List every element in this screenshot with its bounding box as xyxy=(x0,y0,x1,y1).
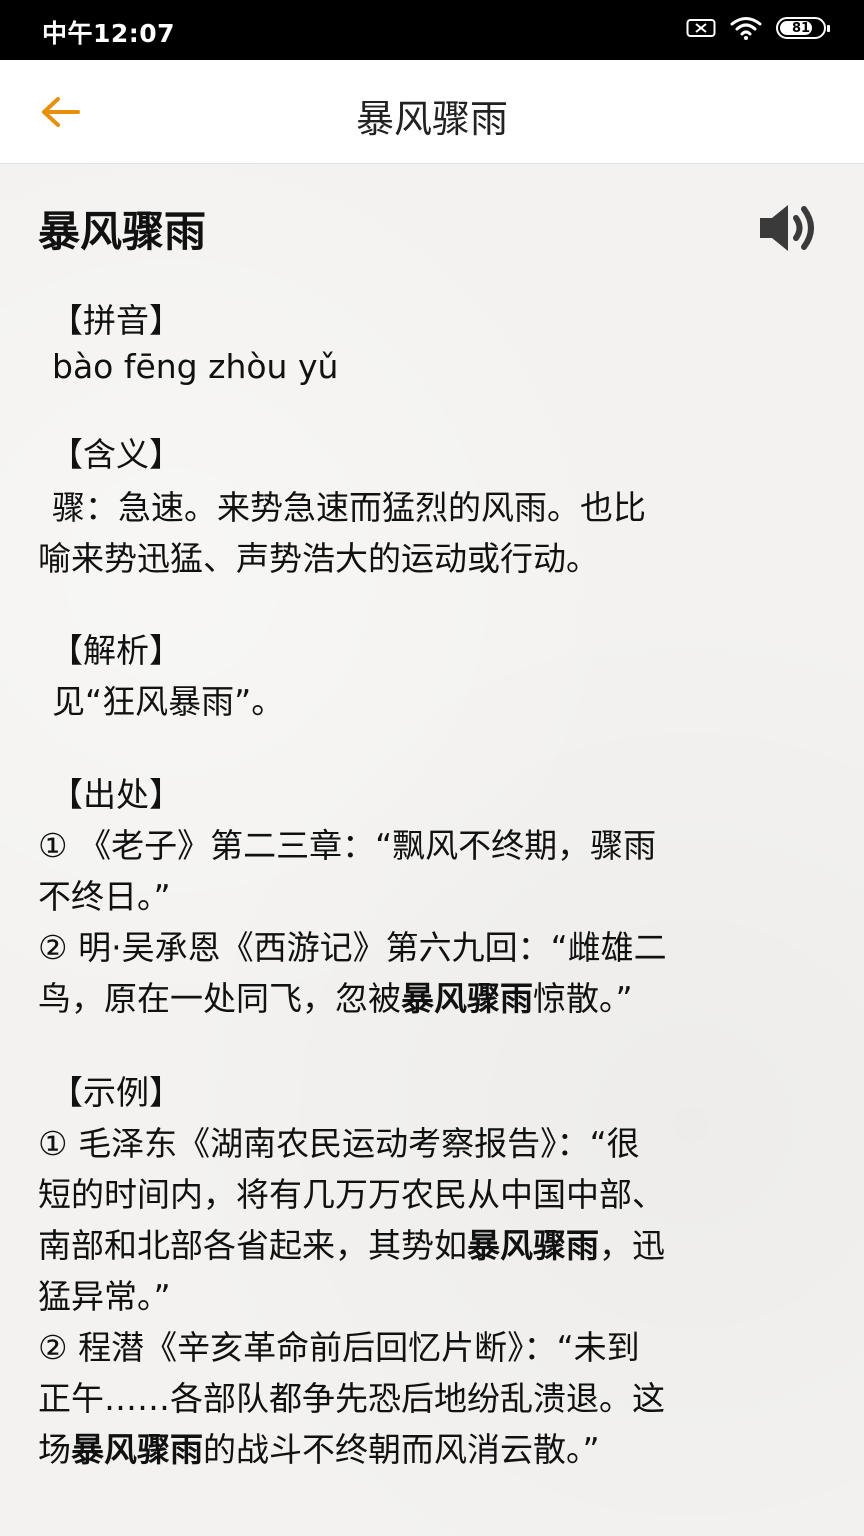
example-text-fragment: ，迅 xyxy=(599,1226,665,1265)
example-line: ② 程潜《辛亥革命前后回忆片断》：“未到 xyxy=(38,1328,640,1367)
highlight-keyword: 暴风骤雨 xyxy=(401,979,533,1018)
page-title: 暴风骤雨 xyxy=(355,97,508,141)
source-line: 不终日。” xyxy=(38,877,171,916)
speaker-volume-icon xyxy=(760,205,814,251)
section-meaning: 【含义】 骤：急速。来势急速而猛烈的风雨。也比 喻来势迅猛、声势浩大的运动或行动… xyxy=(38,430,828,584)
example-line: 场暴风骤雨的战斗不终朝而风消云散。” xyxy=(38,1424,828,1475)
meaning-text: 骤：急速。来势急速而猛烈的风雨。也比 喻来势迅猛、声势浩大的运动或行动。 xyxy=(38,482,828,584)
app-header: 暴风骤雨 xyxy=(0,60,864,164)
status-time: 中午12:07 xyxy=(42,19,176,48)
example-text-fragment: 的战斗不终朝而风消云散。” xyxy=(203,1430,600,1469)
source-text-fragment: 惊散。” xyxy=(533,979,633,1018)
example-line: 猛异常。” xyxy=(38,1277,171,1316)
example-line: 正午……各部队都争先恐后地纷乱溃退。这 xyxy=(38,1379,665,1418)
section-source: 【出处】 ① 《老子》第二三章：“飘风不终期，骤雨 不终日。” ② 明·吴承恩《… xyxy=(38,770,828,1024)
meaning-line: 喻来势迅猛、声势浩大的运动或行动。 xyxy=(38,539,599,578)
example-line: 短的时间内，将有几万万农民从中国中部、 xyxy=(38,1175,665,1214)
example-line: 南部和北部各省起来，其势如暴风骤雨，迅 xyxy=(38,1220,828,1271)
source-text: ① 《老子》第二三章：“飘风不终期，骤雨 不终日。” ② 明·吴承恩《西游记》第… xyxy=(38,820,828,1024)
source-line: 鸟，原在一处同飞，忽被暴风骤雨惊散。” xyxy=(38,973,828,1024)
section-example: 【示例】 ① 毛泽东《湖南农民运动考察报告》：“很 短的时间内，将有几万万农民从… xyxy=(38,1068,828,1475)
section-heading-meaning: 【含义】 xyxy=(50,435,182,474)
entry-word: 暴风骤雨 xyxy=(38,207,207,256)
entry-content: 暴风骤雨 【拼音】 bào fēng zhòu yǔ 【含义】 骤：急速。来势急… xyxy=(0,164,864,1536)
battery-indicator: 81 xyxy=(776,17,830,39)
highlight-keyword: 暴风骤雨 xyxy=(467,1226,599,1265)
source-line: ① 《老子》第二三章：“飘风不终期，骤雨 xyxy=(38,826,657,865)
section-heading-pinyin: 【拼音】 xyxy=(50,301,182,340)
pinyin-text: bào fēng zhòu yǔ xyxy=(52,347,339,386)
example-text-fragment: 南部和北部各省起来，其势如 xyxy=(38,1226,467,1265)
section-pinyin: 【拼音】 bào fēng zhòu yǔ xyxy=(38,296,828,388)
meaning-line: 骤：急速。来势急速而猛烈的风雨。也比 xyxy=(52,488,646,527)
example-line: ① 毛泽东《湖南农民运动考察报告》：“很 xyxy=(38,1124,640,1163)
battery-level: 81 xyxy=(791,20,811,36)
section-heading-analysis: 【解析】 xyxy=(50,631,182,670)
highlight-keyword: 暴风骤雨 xyxy=(71,1430,203,1469)
section-heading-example: 【示例】 xyxy=(50,1073,182,1112)
wifi-icon xyxy=(730,16,762,40)
battery-nub xyxy=(827,25,830,32)
source-text-fragment: 鸟，原在一处同飞，忽被 xyxy=(38,979,401,1018)
section-analysis: 【解析】 见“狂风暴雨”。 xyxy=(38,626,828,727)
example-text-fragment: 场 xyxy=(38,1430,71,1469)
status-bar: 中午12:07 81 xyxy=(0,0,864,60)
sim-icon xyxy=(686,17,716,39)
analysis-text: 见“狂风暴雨”。 xyxy=(52,682,285,721)
example-text: ① 毛泽东《湖南农民运动考察报告》：“很 短的时间内，将有几万万农民从中国中部、… xyxy=(38,1118,828,1475)
speaker-button[interactable] xyxy=(756,200,822,256)
status-icons: 81 xyxy=(686,16,830,40)
source-line: ② 明·吴承恩《西游记》第六九回：“雌雄二 xyxy=(38,928,667,967)
section-heading-source: 【出处】 xyxy=(50,775,182,814)
